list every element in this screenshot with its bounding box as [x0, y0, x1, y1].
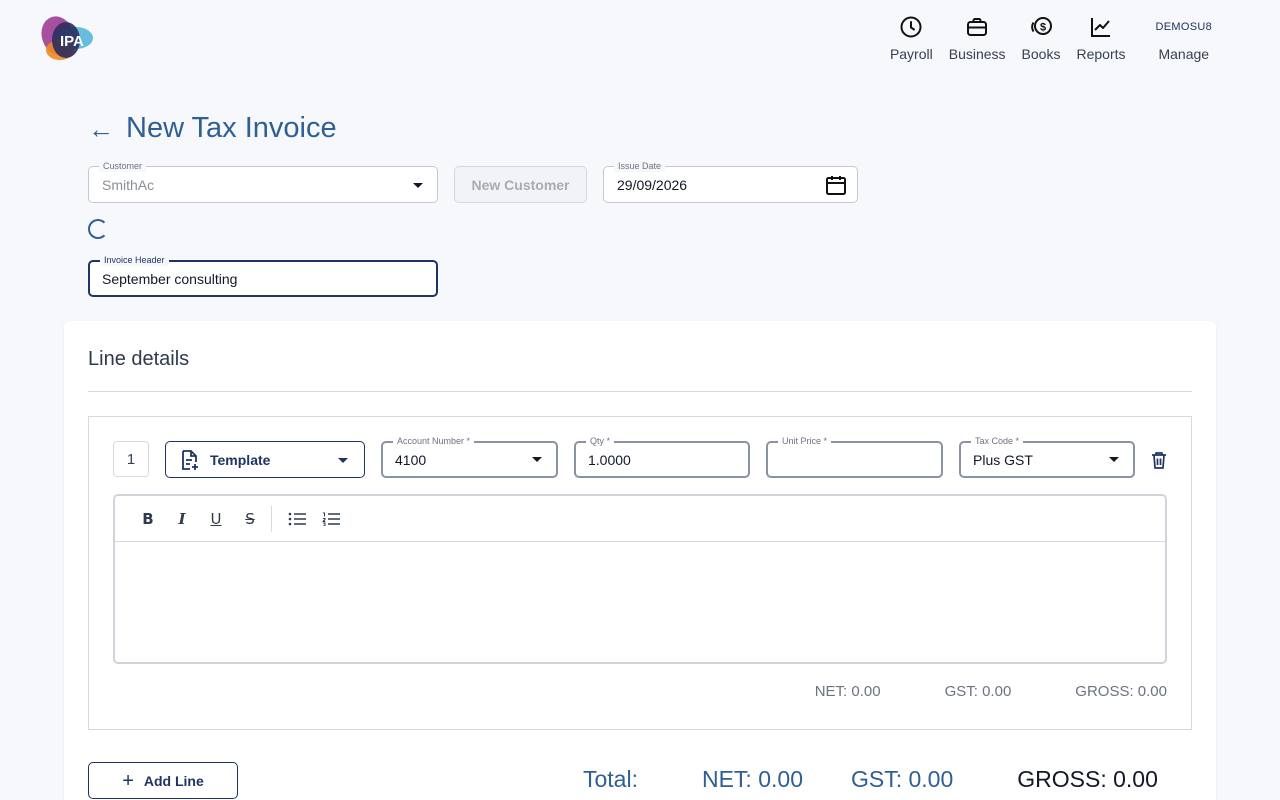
account-number-select[interactable]: Account Number * 4100 — [381, 435, 558, 478]
chevron-down-icon — [338, 458, 348, 463]
divider — [88, 391, 1192, 392]
line-totals: NET: 0.00 GST: 0.00 GROSS: 0.00 — [815, 683, 1167, 700]
qty-value: 1.0000 — [588, 452, 631, 468]
clock-icon — [900, 16, 922, 38]
logo-text: IPA — [60, 33, 84, 50]
issue-date-field[interactable]: Issue Date 29/09/2026 — [603, 160, 858, 203]
bold-icon[interactable]: B — [131, 504, 165, 534]
issue-date-label: Issue Date — [614, 160, 666, 172]
unit-price-label: Unit Price * — [778, 435, 832, 447]
invoice-header-value: September consulting — [102, 271, 238, 287]
nav-payroll[interactable]: Payroll — [882, 14, 941, 62]
issue-date-value: 29/09/2026 — [617, 177, 688, 193]
account-number-value: 4100 — [395, 452, 427, 468]
tax-code-select[interactable]: Tax Code * Plus GST — [959, 435, 1135, 478]
loading-spinner — [88, 219, 108, 239]
line-net: NET: 0.00 — [814, 683, 881, 700]
chart-line-icon — [1090, 18, 1110, 37]
chevron-down-icon — [1109, 457, 1119, 462]
app-logo[interactable]: IPA — [36, 12, 96, 64]
top-nav: Payroll Business $ Books Reports DEMOSU8… — [882, 14, 1220, 62]
chevron-down-icon — [413, 183, 423, 188]
line-details-title: Line details — [88, 348, 190, 370]
underline-icon[interactable]: U — [199, 504, 233, 534]
new-customer-button[interactable]: New Customer — [454, 166, 587, 203]
nav-reports[interactable]: Reports — [1068, 14, 1133, 62]
description-editor[interactable]: B I U S — [113, 494, 1167, 664]
line-gst: GST: 0.00 — [944, 683, 1012, 700]
template-label: Template — [210, 451, 271, 468]
line-gross: GROSS: 0.00 — [1075, 683, 1167, 700]
nav-books-label: Books — [1021, 46, 1061, 62]
nav-reports-label: Reports — [1076, 46, 1126, 62]
nav-business[interactable]: Business — [941, 14, 1014, 62]
invoice-line: 1 Template Account Number * 4100 Qty * 1… — [88, 416, 1192, 730]
chevron-down-icon — [532, 457, 542, 462]
nav-manage-label: Manage — [1158, 46, 1210, 62]
total-gross: GROSS: 0.00 — [1017, 766, 1158, 792]
dollar-coins-icon: $ — [1031, 17, 1052, 35]
trash-icon[interactable] — [1150, 450, 1168, 470]
total-gst: GST: 0.00 — [850, 766, 954, 792]
strikethrough-icon[interactable]: S — [233, 504, 267, 534]
page-title: New Tax Invoice — [126, 112, 337, 144]
editor-toolbar: B I U S — [115, 496, 1165, 542]
numbered-list-icon[interactable] — [314, 504, 348, 534]
toolbar-divider — [271, 505, 272, 532]
invoice-totals: Total: NET: 0.00 GST: 0.00 GROSS: 0.00 — [583, 766, 1158, 793]
line-details-card: Line details 1 Template Account Number *… — [64, 321, 1216, 800]
plus-icon: + — [122, 769, 134, 792]
svg-text:$: $ — [1040, 22, 1046, 34]
line-number: 1 — [113, 441, 149, 477]
customer-label: Customer — [99, 160, 147, 172]
qty-label: Qty * — [586, 435, 615, 447]
invoice-header-label: Invoice Header — [100, 254, 169, 266]
add-line-button[interactable]: + Add Line — [88, 762, 238, 799]
bullet-list-icon[interactable] — [280, 504, 314, 534]
arrow-left-icon[interactable]: ← — [88, 116, 114, 142]
page-header: ← New Tax Invoice — [88, 112, 337, 145]
nav-books[interactable]: $ Books — [1014, 14, 1069, 62]
document-add-icon — [182, 449, 198, 470]
total-net: NET: 0.00 — [701, 766, 803, 792]
template-dropdown[interactable]: Template — [165, 441, 365, 478]
company-code: DEMOSU8 — [1155, 21, 1212, 33]
briefcase-icon — [967, 18, 988, 36]
italic-icon[interactable]: I — [165, 504, 199, 534]
tax-code-value: Plus GST — [973, 452, 1033, 468]
customer-select[interactable]: Customer SmithAc — [88, 160, 438, 203]
calendar-icon[interactable] — [825, 174, 847, 196]
add-line-label: Add Line — [143, 772, 204, 789]
invoice-header-field[interactable]: Invoice Header September consulting — [88, 254, 438, 297]
tax-code-label: Tax Code * — [971, 435, 1024, 447]
qty-field[interactable]: Qty * 1.0000 — [574, 435, 750, 478]
customer-value: SmithAc — [102, 177, 155, 193]
unit-price-field[interactable]: Unit Price * — [766, 435, 943, 478]
account-number-label: Account Number * — [393, 435, 475, 447]
nav-manage[interactable]: DEMOSU8 Manage — [1148, 14, 1221, 62]
total-label: Total: — [583, 766, 638, 792]
nav-business-label: Business — [948, 46, 1006, 62]
nav-payroll-label: Payroll — [889, 46, 933, 62]
